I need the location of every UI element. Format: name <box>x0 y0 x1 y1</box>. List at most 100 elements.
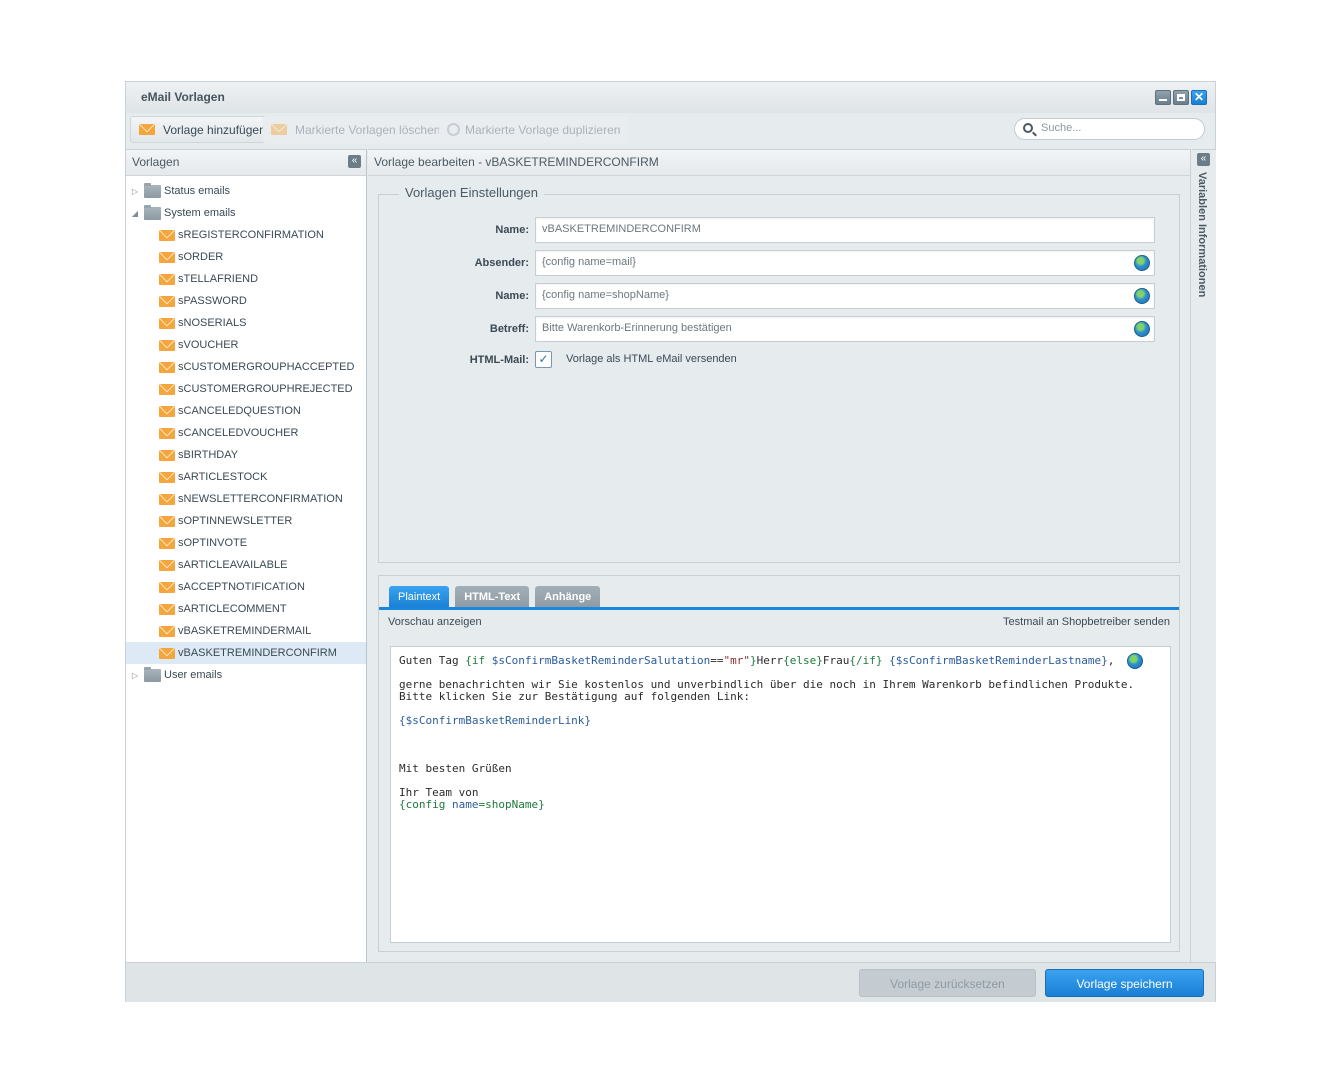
tree-item-vbasketremindermail[interactable]: vBASKETREMINDERMAIL <box>126 620 366 642</box>
tree-item-vbasketreminderconfirm[interactable]: vBASKETREMINDERCONFIRM <box>126 642 366 664</box>
folder-system-emails[interactable]: ◢ System emails <box>126 202 366 224</box>
tree-item-scanceledquestion[interactable]: sCANCELEDQUESTION <box>126 400 366 422</box>
delete-templates-button[interactable]: Markierte Vorlagen löschen <box>263 116 449 143</box>
code-variable: $sConfirmBasketReminderSalutation <box>491 654 711 667</box>
sender-name-field[interactable] <box>535 283 1155 309</box>
editor-content[interactable]: Guten Tag {if $sConfirmBasketReminderSal… <box>399 655 1134 811</box>
tree-item-sacceptnotification[interactable]: sACCEPTNOTIFICATION <box>126 576 366 598</box>
variables-info-title: Variablen Informationen <box>1196 172 1208 298</box>
expand-variables-icon[interactable]: « <box>1197 153 1210 166</box>
translate-globe-icon[interactable] <box>1134 255 1150 271</box>
expand-icon[interactable]: ▷ <box>130 187 140 196</box>
templates-tree: ▷ Status emails ◢ System emails sREGISTE… <box>126 176 366 686</box>
tree-item-soptinvote[interactable]: sOPTINVOTE <box>126 532 366 554</box>
sender-field[interactable] <box>535 250 1155 276</box>
tree-item-snewsletterconfirmation[interactable]: sNEWSLETTERCONFIRMATION <box>126 488 366 510</box>
translate-globe-icon[interactable] <box>1134 321 1150 337</box>
tree-item-stellafriend[interactable]: sTELLAFRIEND <box>126 268 366 290</box>
tree-item-scustomergrouprejected[interactable]: sCUSTOMERGROUPHREJECTED <box>126 378 366 400</box>
translate-globe-icon[interactable] <box>1134 288 1150 304</box>
search-input[interactable] <box>1041 122 1191 134</box>
mail-icon <box>159 361 175 373</box>
variables-info-panel[interactable]: « Variablen Informationen <box>1192 149 1216 962</box>
tree-item-label: sCUSTOMERGROUPHACCEPTED <box>178 361 355 373</box>
code-string: "mr" <box>723 654 751 667</box>
tab-plaintext[interactable]: Plaintext <box>389 586 450 608</box>
settings-legend: Vorlagen Einstellungen <box>399 185 544 200</box>
maximize-button[interactable] <box>1173 90 1189 105</box>
tab-html-text[interactable]: HTML-Text <box>455 586 530 608</box>
code-text: Frau <box>822 654 850 667</box>
save-template-button[interactable]: Vorlage speichern <box>1045 969 1204 997</box>
add-template-label: Vorlage hinzufügen <box>163 122 266 137</box>
add-template-button[interactable]: Vorlage hinzufügen <box>130 116 275 143</box>
sender-name-row: Name: <box>379 283 1179 309</box>
close-button[interactable]: ✕ <box>1191 90 1207 105</box>
tab-attachments[interactable]: Anhänge <box>535 586 601 608</box>
sender-name-input[interactable] <box>542 289 1112 301</box>
code-variable: {$sConfirmBasketReminderLastname} <box>889 654 1108 667</box>
tree-item-label: sVOUCHER <box>178 339 239 351</box>
tree-item-sarticlestock[interactable]: sARTICLESTOCK <box>126 466 366 488</box>
tree-item-soptinnewsletter[interactable]: sOPTINNEWSLETTER <box>126 510 366 532</box>
tree-item-label: sARTICLESTOCK <box>178 471 268 483</box>
tree-item-sorder[interactable]: sORDER <box>126 246 366 268</box>
tree-item-scustomergroupaccepted[interactable]: sCUSTOMERGROUPHACCEPTED <box>126 356 366 378</box>
plaintext-editor[interactable]: Guten Tag {if $sConfirmBasketReminderSal… <box>390 646 1171 943</box>
tree-item-sregisterconfirmation[interactable]: sREGISTERCONFIRMATION <box>126 224 366 246</box>
name-input[interactable] <box>542 223 1112 235</box>
code-text: Bitte klicken Sie zur Bestätigung auf fo… <box>399 690 750 703</box>
subject-input[interactable] <box>542 322 1112 334</box>
subject-label: Betreff: <box>489 323 529 335</box>
name-field[interactable] <box>535 217 1155 243</box>
html-mail-checkbox[interactable]: ✓ <box>535 351 552 368</box>
tree-item-sarticlecomment[interactable]: sARTICLECOMMENT <box>126 598 366 620</box>
subject-field[interactable] <box>535 316 1155 342</box>
tree-item-sarticleavailable[interactable]: sARTICLEAVAILABLE <box>126 554 366 576</box>
sender-row: Absender: <box>379 250 1179 276</box>
collapse-icon[interactable]: ◢ <box>130 209 140 218</box>
code-tag: {else} <box>783 654 823 667</box>
search-icon <box>1023 123 1033 133</box>
code-tag: } <box>750 654 757 667</box>
window-titlebar[interactable]: eMail Vorlagen ✕ <box>126 82 1215 113</box>
folder-status-emails[interactable]: ▷ Status emails <box>126 180 366 202</box>
search-box[interactable] <box>1014 118 1205 140</box>
mail-icon <box>159 339 175 351</box>
tree-item-scanceledvoucher[interactable]: sCANCELEDVOUCHER <box>126 422 366 444</box>
window-controls: ✕ <box>1155 90 1207 105</box>
sidebar-header: Vorlagen « <box>126 150 366 176</box>
tree-item-sbirthday[interactable]: sBIRTHDAY <box>126 444 366 466</box>
tree-item-label: sNEWSLETTERCONFIRMATION <box>178 493 343 505</box>
editor-title: Vorlage bearbeiten - vBASKETREMINDERCONF… <box>374 155 659 169</box>
duplicate-icon <box>447 123 460 136</box>
reset-template-button[interactable]: Vorlage zurücksetzen <box>859 969 1036 997</box>
mail-icon <box>159 559 175 571</box>
maximize-icon <box>1177 94 1185 101</box>
duplicate-template-label: Markierte Vorlage duplizieren <box>465 122 621 137</box>
tree-item-label: sBIRTHDAY <box>178 449 239 461</box>
footer-bar: Vorlage zurücksetzen Vorlage speichern <box>126 962 1215 1002</box>
code-variable: {$sConfirmBasketReminderLink} <box>399 714 592 727</box>
tree-item-label: sCUSTOMERGROUPHREJECTED <box>178 383 353 395</box>
duplicate-template-button[interactable]: Markierte Vorlage duplizieren <box>439 116 629 143</box>
tree-item-snoserials[interactable]: sNOSERIALS <box>126 312 366 334</box>
minimize-button[interactable] <box>1155 90 1171 105</box>
sender-input[interactable] <box>542 256 1112 268</box>
tree-item-spassword[interactable]: sPASSWORD <box>126 290 366 312</box>
collapse-sidebar-icon[interactable]: « <box>348 155 361 168</box>
mail-icon <box>159 229 175 241</box>
mail-icon <box>159 647 175 659</box>
mail-icon <box>159 405 175 417</box>
mail-icon <box>159 383 175 395</box>
expand-icon[interactable]: ▷ <box>130 671 140 680</box>
code-text: Mit besten Grüßen <box>399 762 512 775</box>
folder-user-emails[interactable]: ▷ User emails <box>126 664 366 686</box>
send-testmail-button[interactable]: Testmail an Shopbetreiber senden <box>1003 616 1170 628</box>
tree-item-svoucher[interactable]: sVOUCHER <box>126 334 366 356</box>
preview-button[interactable]: Vorschau anzeigen <box>388 616 482 628</box>
editor-header: Vorlage bearbeiten - vBASKETREMINDERCONF… <box>368 150 1190 176</box>
html-mail-label: HTML-Mail: <box>469 354 529 366</box>
tree-item-label: sOPTINVOTE <box>178 537 248 549</box>
translate-globe-icon[interactable] <box>1127 653 1143 669</box>
